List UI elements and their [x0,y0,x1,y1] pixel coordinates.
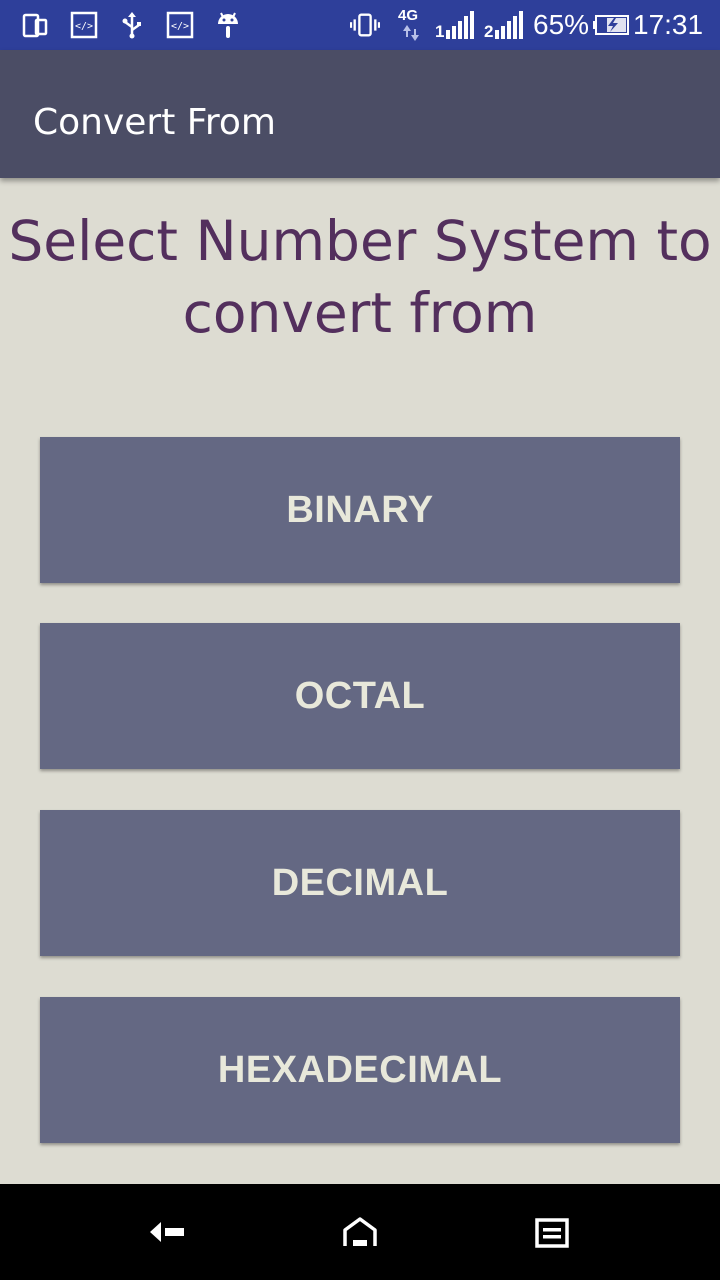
octal-button[interactable]: OCTAL [40,623,680,769]
sim2-label: 2 [484,22,494,41]
battery-percent: 65% [533,9,590,40]
network-type-indicator: 4G [398,8,424,42]
device-icon [20,10,50,40]
usb-icon [117,10,147,40]
signal-icon: 2 [484,10,526,42]
hexadecimal-button[interactable]: HEXADECIMAL [40,997,680,1143]
sim1-label: 1 [435,22,445,41]
status-bar: </> </> 4G 1 2 65% 17:31 [0,0,720,50]
network-type-label: 4G [398,7,419,24]
home-icon[interactable] [340,1212,380,1252]
page-title: Convert From [33,102,276,143]
app-bar: Convert From [0,50,720,178]
signal-icon: 1 [435,10,477,42]
binary-button[interactable]: BINARY [40,437,680,583]
clock: 17:31 [633,9,704,40]
decimal-button[interactable]: DECIMAL [40,810,680,956]
recents-icon[interactable] [532,1212,572,1252]
svg-text:</>: </> [75,21,93,32]
code-icon: </> [165,10,195,40]
battery-charging-icon [592,10,630,40]
data-arrows-icon [403,25,419,41]
code-icon: </> [69,10,99,40]
navigation-bar [0,1184,720,1280]
back-icon[interactable] [148,1212,188,1252]
vibrate-icon [350,10,380,40]
svg-text:</>: </> [171,21,189,32]
instruction-heading: Select Number System to convert from [8,209,712,345]
android-icon [213,10,243,40]
